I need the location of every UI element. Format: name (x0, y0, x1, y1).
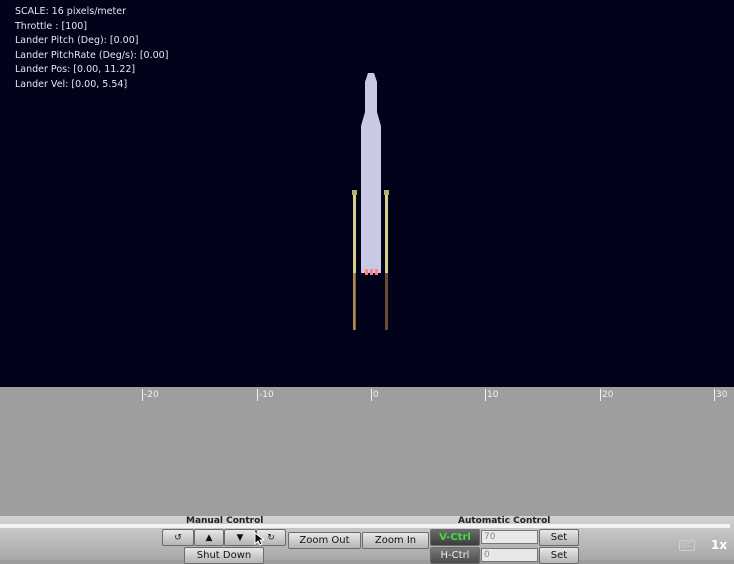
panel-divider (0, 524, 730, 528)
pitch-readout: Lander Pitch (Deg): [0.00] (15, 35, 139, 46)
zoom-out-button[interactable]: Zoom Out (288, 532, 361, 549)
manual-control-label: Manual Control (186, 516, 264, 526)
ruler-tick: 30 (714, 389, 728, 401)
throttle-down-button[interactable]: ▼ (224, 529, 256, 546)
zoom-in-button[interactable]: Zoom In (362, 532, 429, 549)
scale-readout: SCALE: 16 pixels/meter (15, 6, 126, 17)
ground-area (0, 387, 734, 517)
engine-flame (370, 269, 373, 275)
ruler-tick: 10 (485, 389, 499, 401)
pitch-rate-readout: Lander PitchRate (Deg/s): [0.00] (15, 49, 169, 61)
playback-speed-label[interactable]: 1x (711, 538, 727, 552)
telemetry-readout: SCALE: 16 pixels/meter Throttle : [100] … (15, 5, 168, 92)
lander-rocket (352, 73, 389, 330)
up-arrow-icon: ▲ (205, 533, 213, 543)
engine-flame (375, 269, 378, 275)
shut-down-button[interactable]: Shut Down (184, 547, 264, 564)
right-strut (385, 193, 388, 273)
rotate-left-button[interactable]: ↺ (162, 529, 194, 546)
ruler-tick: -10 (257, 389, 274, 401)
engine-flame (365, 269, 368, 275)
closed-captions-icon[interactable]: CC (679, 540, 695, 551)
velocity-readout: Lander Vel: [0.00, 5.54] (15, 78, 128, 90)
mouse-cursor-icon (254, 532, 264, 546)
left-strut (353, 193, 356, 273)
v-ctrl-toggle[interactable]: V-Ctrl (430, 529, 480, 546)
h-ctrl-toggle[interactable]: H-Ctrl (430, 547, 480, 564)
ruler-tick: -20 (142, 389, 159, 401)
v-ctrl-input[interactable] (481, 530, 538, 544)
h-ctrl-set-button[interactable]: Set (539, 547, 579, 564)
rotate-ccw-icon: ↺ (174, 533, 182, 543)
down-arrow-icon: ▼ (236, 533, 244, 543)
position-readout: Lander Pos: [0.00, 11.22] (15, 64, 136, 75)
automatic-control-label: Automatic Control (458, 516, 551, 526)
throttle-up-button[interactable]: ▲ (194, 529, 224, 546)
lander-body (361, 73, 381, 273)
ruler-tick: 20 (600, 389, 614, 401)
simulation-viewport: SCALE: 16 pixels/meter Throttle : [100] … (0, 0, 734, 387)
throttle-readout: Throttle : [100] (15, 20, 88, 32)
v-ctrl-set-button[interactable]: Set (539, 529, 579, 546)
right-leg (385, 273, 388, 330)
ruler-tick: 0 (371, 389, 379, 401)
rotate-cw-icon: ↻ (267, 533, 275, 543)
